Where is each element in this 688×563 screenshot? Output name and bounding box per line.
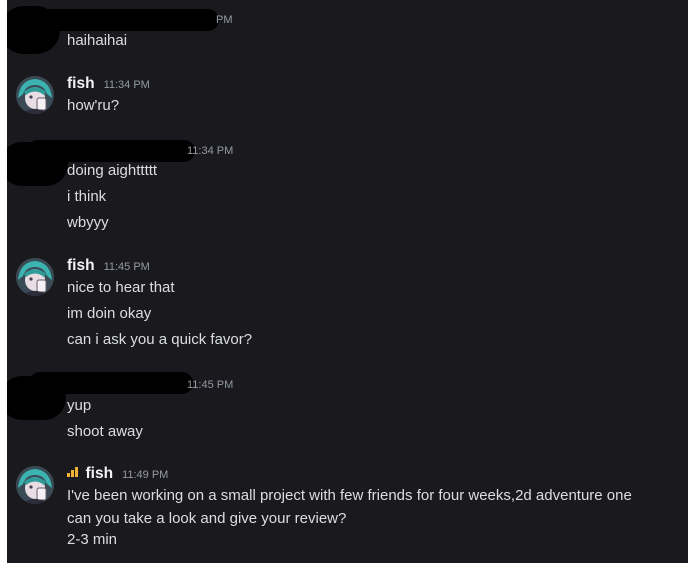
message-text: i think [67, 188, 107, 205]
message-timestamp: 11:49 PM [122, 469, 169, 481]
chat-message-list[interactable]: PM haihaihai fish 11:34 PM how'ru? 11:34… [7, 0, 688, 563]
message-header: fish 11:34 PM [67, 75, 150, 95]
message-text: can you take a look and give your review… [67, 510, 347, 527]
username[interactable]: fish [86, 465, 114, 483]
message-text: 2-3 min [67, 531, 118, 548]
message-timestamp: PM [216, 14, 233, 26]
message-timestamp: 11:45 PM [103, 261, 150, 273]
user-avatar[interactable] [16, 466, 54, 504]
redacted-username [27, 140, 195, 162]
message-header: fish 11:49 PM [67, 465, 168, 485]
message-text: wbyyy [67, 214, 109, 231]
message-header: fish 11:45 PM [67, 257, 150, 277]
anime-avatar-icon [16, 258, 54, 296]
redacted-username [29, 372, 193, 394]
anime-avatar-icon [16, 466, 54, 504]
message-text: doing aighttttt [67, 162, 158, 179]
username[interactable]: fish [67, 257, 95, 275]
redacted-username [19, 9, 219, 31]
message-timestamp: 11:45 PM [187, 379, 234, 391]
user-avatar[interactable] [16, 76, 54, 114]
message-text: haihaihai [67, 32, 128, 49]
user-avatar[interactable] [16, 258, 54, 296]
message-timestamp: 11:34 PM [187, 145, 234, 157]
username[interactable]: fish [67, 75, 95, 93]
message-text: shoot away [67, 423, 143, 440]
message-text: im doin okay [67, 305, 152, 322]
message-text: nice to hear that [67, 279, 175, 296]
message-text: can i ask you a quick favor? [67, 331, 253, 348]
signal-strength-icon [67, 467, 78, 477]
message-text: how'ru? [67, 97, 120, 114]
message-text: yup [67, 397, 92, 414]
anime-avatar-icon [16, 76, 54, 114]
message-timestamp: 11:34 PM [103, 79, 150, 91]
message-text: I've been working on a small project wit… [67, 487, 632, 504]
